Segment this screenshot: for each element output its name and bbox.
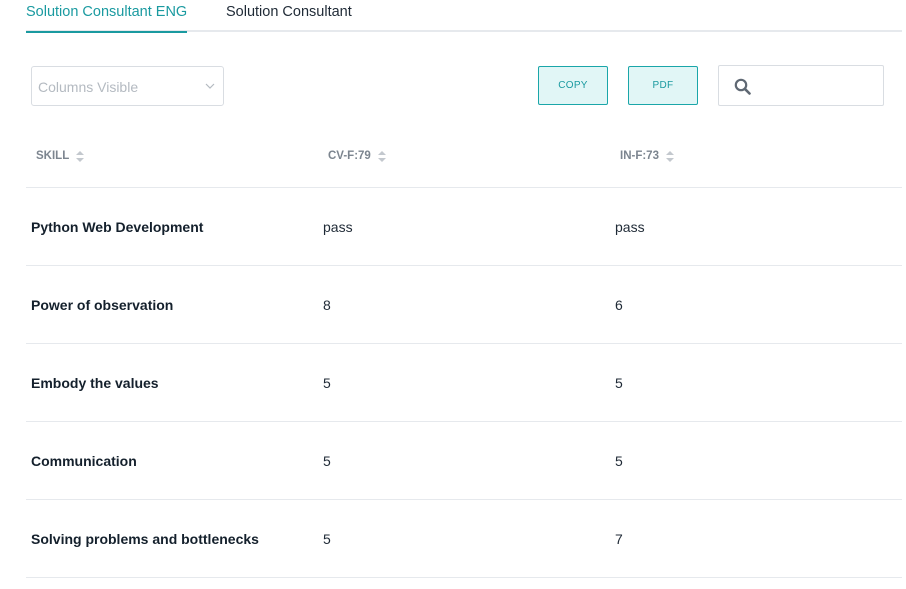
skill-cell: Communication — [31, 453, 137, 469]
skill-cell: Solving problems and bottlenecks — [31, 531, 259, 547]
column-header-label: CV-F:79 — [328, 150, 371, 162]
table-row: Python Web Development pass pass — [26, 188, 902, 266]
in-score-cell: 5 — [615, 453, 623, 469]
search-box[interactable] — [718, 65, 884, 106]
table-row: Power of observation 8 6 — [26, 266, 902, 344]
table-header: SKILL CV-F:79 IN-F:73 — [26, 130, 902, 188]
column-header-skill[interactable]: SKILL — [36, 150, 85, 162]
cv-score-cell: pass — [323, 219, 353, 235]
in-score-cell: 7 — [615, 531, 623, 547]
page: Solution Consultant ENG Solution Consult… — [0, 0, 906, 589]
table-row: Solving problems and bottlenecks 5 7 — [26, 500, 902, 578]
cv-score-cell: 8 — [323, 297, 331, 313]
table-row: Embody the values 5 5 — [26, 344, 902, 422]
sort-icon — [665, 150, 674, 162]
skill-cell: Power of observation — [31, 297, 174, 313]
tab-bar: Solution Consultant ENG Solution Consult… — [26, 0, 902, 33]
tab-solution-consultant[interactable]: Solution Consultant — [226, 4, 352, 21]
skills-table: SKILL CV-F:79 IN-F:73 Python Web Develop… — [26, 130, 902, 578]
pdf-button[interactable]: PDF — [628, 66, 698, 105]
columns-visible-select[interactable]: Columns Visible — [31, 66, 224, 106]
search-input[interactable] — [761, 72, 879, 100]
search-icon — [734, 78, 751, 95]
column-header-label: SKILL — [36, 150, 70, 162]
sort-icon — [76, 150, 85, 162]
chevron-down-icon — [205, 83, 215, 89]
in-score-cell: 6 — [615, 297, 623, 313]
copy-button[interactable]: COPY — [538, 66, 608, 105]
table-row: Communication 5 5 — [26, 422, 902, 500]
in-score-cell: 5 — [615, 375, 623, 391]
tab-solution-consultant-eng[interactable]: Solution Consultant ENG — [26, 4, 188, 33]
column-header-in[interactable]: IN-F:73 — [620, 150, 674, 162]
in-score-cell: pass — [615, 219, 645, 235]
sort-icon — [377, 150, 386, 162]
skill-cell: Embody the values — [31, 375, 159, 391]
column-header-label: IN-F:73 — [620, 150, 659, 162]
columns-visible-placeholder: Columns Visible — [38, 79, 139, 95]
column-header-cv[interactable]: CV-F:79 — [328, 150, 386, 162]
cv-score-cell: 5 — [323, 375, 331, 391]
skill-cell: Python Web Development — [31, 219, 204, 235]
cv-score-cell: 5 — [323, 531, 331, 547]
cv-score-cell: 5 — [323, 453, 331, 469]
